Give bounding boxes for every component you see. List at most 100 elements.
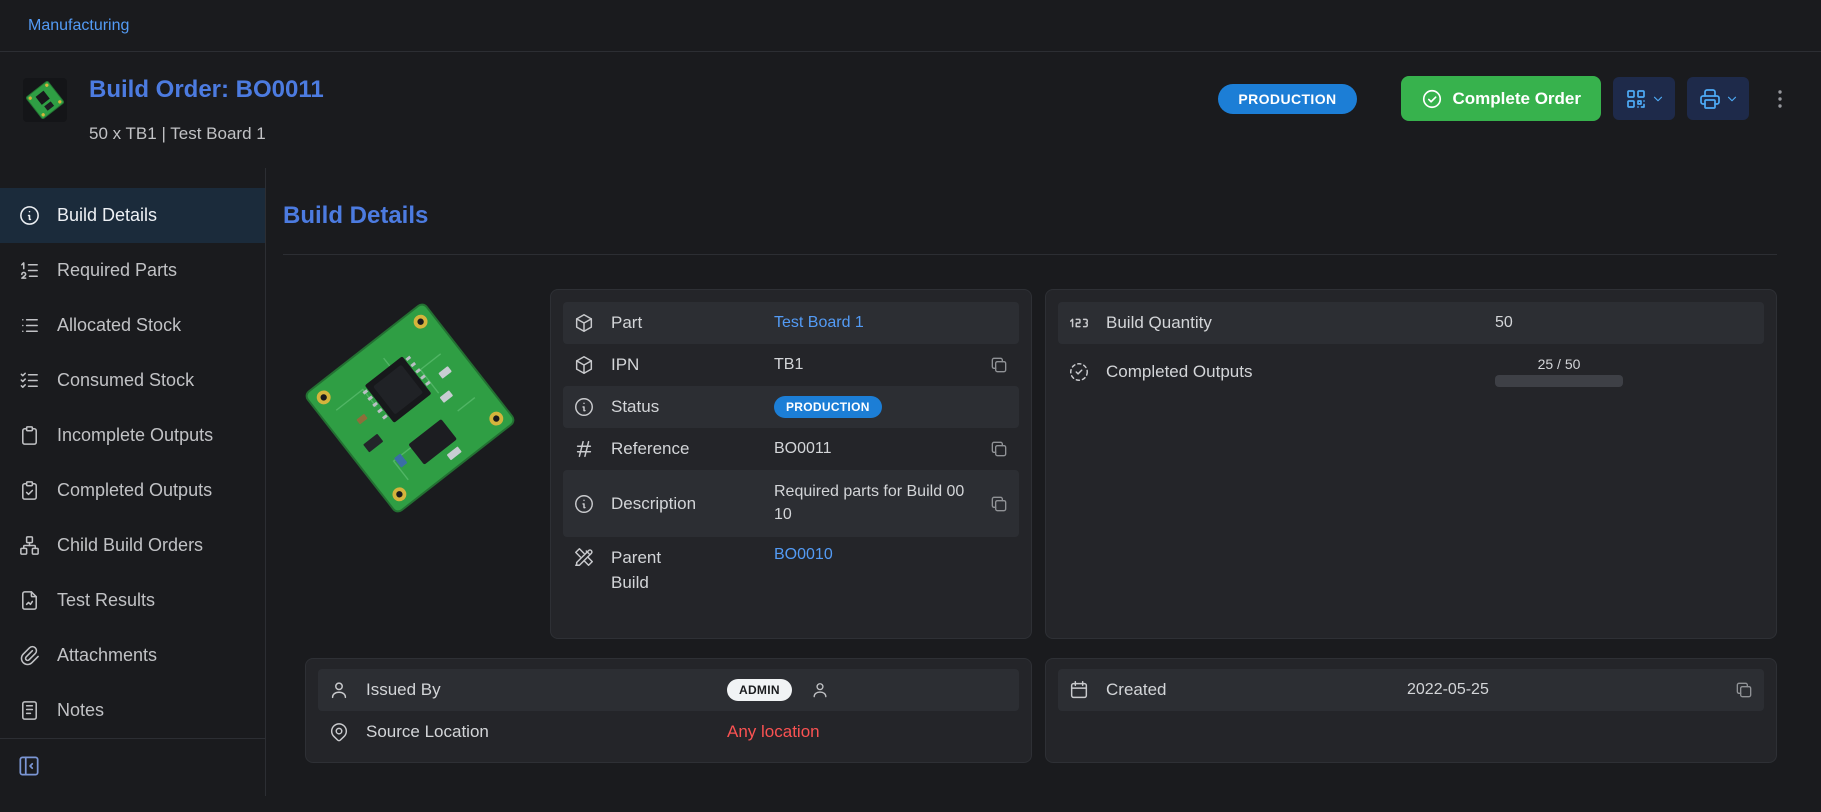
row-completed-outputs: Completed Outputs 25 / 50 xyxy=(1058,344,1764,399)
copy-button[interactable] xyxy=(989,355,1009,375)
build-details-table: Part Test Board 1 IPN TB1 Status PRODUCT… xyxy=(550,289,1032,639)
reference-value: BO0011 xyxy=(774,440,989,458)
part-link[interactable]: Test Board 1 xyxy=(774,314,864,332)
chevron-down-icon xyxy=(1725,92,1739,106)
sidebar-item-build-details[interactable]: Build Details xyxy=(0,188,265,243)
row-created: Created 2022-05-25 xyxy=(1058,669,1764,711)
user-icon xyxy=(328,679,350,701)
build-quantity-value: 50 xyxy=(1495,314,1754,332)
sidebar-item-incomplete-outputs[interactable]: Incomplete Outputs xyxy=(0,408,265,463)
build-quantity-label: Build Quantity xyxy=(1106,313,1495,333)
report-icon xyxy=(18,589,41,612)
section-heading: Build Details xyxy=(283,202,1777,230)
more-actions-button[interactable] xyxy=(1765,77,1795,120)
qrcode-icon xyxy=(1624,87,1648,111)
numbers-123-icon xyxy=(1068,312,1090,334)
progress-check-icon xyxy=(1068,361,1090,383)
clipboard-check-icon xyxy=(18,479,41,502)
breadcrumb: Manufacturing xyxy=(0,0,1821,52)
sidebar-item-label: Child Build Orders xyxy=(57,535,203,556)
collapse-sidebar-button[interactable] xyxy=(12,749,46,783)
list-icon xyxy=(18,314,41,337)
sidebar-item-completed-outputs[interactable]: Completed Outputs xyxy=(0,463,265,518)
progress-track xyxy=(1495,375,1623,387)
source-location-label: Source Location xyxy=(366,722,727,742)
pcb-graphic xyxy=(291,289,529,527)
ipn-label: IPN xyxy=(611,355,774,375)
info-circle-icon xyxy=(573,396,595,418)
print-actions-button[interactable] xyxy=(1687,77,1749,120)
package-icon xyxy=(573,354,595,376)
sidebar-item-label: Build Details xyxy=(57,205,157,226)
content: Build Details Required Parts Allocated S… xyxy=(0,168,1821,796)
parent-build-link[interactable]: BO0010 xyxy=(774,546,833,564)
calendar-icon xyxy=(1068,679,1090,701)
printer-icon xyxy=(1698,87,1722,111)
circle-check-icon xyxy=(1421,88,1443,110)
copy-button[interactable] xyxy=(989,494,1009,514)
copy-button[interactable] xyxy=(1734,680,1754,700)
status-badge: PRODUCTION xyxy=(1218,84,1356,114)
barcode-actions-button[interactable] xyxy=(1613,77,1675,120)
issued-by-badge: ADMIN xyxy=(727,679,792,701)
parent-build-label: Parent Build xyxy=(611,546,681,595)
paperclip-icon xyxy=(18,644,41,667)
issued-by-label: Issued By xyxy=(366,680,727,700)
meta-row: Issued By ADMIN Source Location Any loca… xyxy=(283,658,1777,763)
sidebar-item-attachments[interactable]: Attachments xyxy=(0,628,265,683)
ipn-value: TB1 xyxy=(774,356,989,374)
package-icon xyxy=(573,312,595,334)
header-actions: PRODUCTION Complete Order xyxy=(1218,76,1795,121)
sidebar-nav: Build Details Required Parts Allocated S… xyxy=(0,188,265,738)
info-circle-icon xyxy=(573,493,595,515)
part-image[interactable] xyxy=(291,289,529,527)
list-numbers-icon xyxy=(18,259,41,282)
sidebar-item-label: Completed Outputs xyxy=(57,480,212,501)
detail-row-reference: Reference BO0011 xyxy=(563,428,1019,470)
sidebar: Build Details Required Parts Allocated S… xyxy=(0,168,266,796)
page-subtitle: 50 x TB1 | Test Board 1 xyxy=(89,124,324,144)
sidebar-item-consumed-stock[interactable]: Consumed Stock xyxy=(0,353,265,408)
status-label: Status xyxy=(611,397,774,417)
build-quantity-table: Build Quantity 50 Completed Outputs 25 /… xyxy=(1045,289,1777,639)
detail-row-part: Part Test Board 1 xyxy=(563,302,1019,344)
completed-outputs-progress: 25 / 50 xyxy=(1495,356,1623,387)
reference-label: Reference xyxy=(611,439,774,459)
sidebar-item-notes[interactable]: Notes xyxy=(0,683,265,738)
page-title: Build Order: BO0011 xyxy=(89,76,324,104)
sidebar-item-child-build-orders[interactable]: Child Build Orders xyxy=(0,518,265,573)
part-label: Part xyxy=(611,313,774,333)
main-panel: Build Details xyxy=(266,168,1821,796)
build-thumbnail-image[interactable] xyxy=(23,78,67,122)
detail-row-description: Description Required parts for Build 001… xyxy=(563,470,1019,537)
completed-outputs-label: Completed Outputs xyxy=(1106,362,1495,382)
sidebar-item-allocated-stock[interactable]: Allocated Stock xyxy=(0,298,265,353)
issued-by-table: Issued By ADMIN Source Location Any loca… xyxy=(305,658,1032,763)
status-value-badge: PRODUCTION xyxy=(774,396,882,418)
notes-icon xyxy=(18,699,41,722)
row-source-location: Source Location Any location xyxy=(318,711,1019,753)
progress-label: 25 / 50 xyxy=(1495,356,1623,372)
description-value: Required parts for Build 0010 xyxy=(774,481,969,526)
complete-order-button[interactable]: Complete Order xyxy=(1401,76,1601,121)
info-circle-icon xyxy=(18,204,41,227)
description-label: Description xyxy=(611,494,774,514)
pcb-thumb-graphic xyxy=(23,78,67,122)
created-value: 2022-05-25 xyxy=(1407,681,1734,699)
created-table: Created 2022-05-25 xyxy=(1045,658,1777,763)
row-build-quantity: Build Quantity 50 xyxy=(1058,302,1764,344)
list-check-icon xyxy=(18,369,41,392)
sidebar-item-label: Incomplete Outputs xyxy=(57,425,213,446)
sidebar-item-label: Notes xyxy=(57,700,104,721)
complete-order-label: Complete Order xyxy=(1453,89,1581,109)
detail-row-status: Status PRODUCTION xyxy=(563,386,1019,428)
sidebar-item-required-parts[interactable]: Required Parts xyxy=(0,243,265,298)
dots-vertical-icon xyxy=(1768,87,1792,111)
sidebar-item-label: Required Parts xyxy=(57,260,177,281)
user-icon xyxy=(810,680,830,700)
breadcrumb-manufacturing-link[interactable]: Manufacturing xyxy=(28,17,129,35)
tools-icon xyxy=(573,546,595,568)
sidebar-item-test-results[interactable]: Test Results xyxy=(0,573,265,628)
map-pin-icon xyxy=(328,721,350,743)
copy-button[interactable] xyxy=(989,439,1009,459)
